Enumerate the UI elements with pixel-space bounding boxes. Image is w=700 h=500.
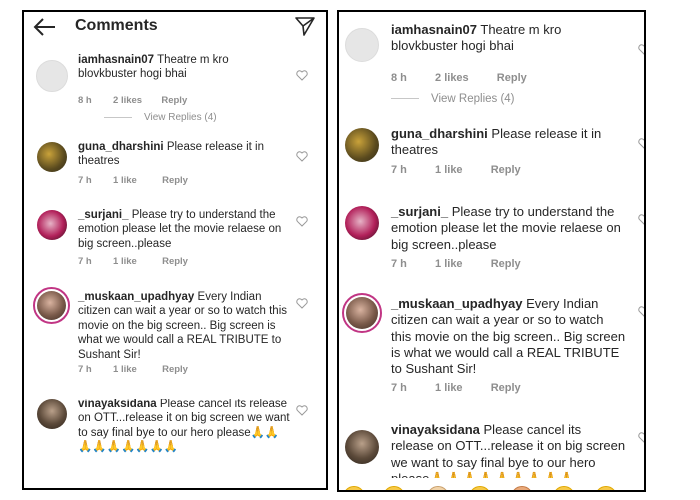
view-replies-link[interactable]: View Replies (4) bbox=[391, 93, 515, 105]
heart-icon[interactable] bbox=[638, 44, 646, 55]
reply-button[interactable]: Reply bbox=[162, 256, 188, 267]
comment-meta: 7 h 1 like Reply bbox=[78, 175, 188, 186]
comment-likes[interactable]: 1 like bbox=[113, 364, 137, 375]
comment-meta: 7 h 1 like Reply bbox=[78, 256, 188, 267]
comment-text: guna_dharshini Please release it in thea… bbox=[391, 126, 627, 159]
comment-time: 7 h bbox=[391, 164, 407, 176]
comment-meta: 8 h 2 likes Reply bbox=[391, 72, 527, 84]
comment-username[interactable]: iamhasnain07 bbox=[391, 22, 477, 37]
heart-icon[interactable] bbox=[638, 306, 646, 317]
send-icon[interactable] bbox=[294, 15, 316, 37]
avatar[interactable] bbox=[345, 430, 379, 464]
comment-username[interactable]: _surjani_ bbox=[391, 204, 448, 219]
view-replies-link[interactable]: View Replies (4) bbox=[104, 112, 217, 123]
reply-button[interactable]: Reply bbox=[162, 364, 188, 375]
comment-username[interactable]: guna_dharshini bbox=[391, 126, 488, 141]
comment-text: vinayaksidana Please cancel its release … bbox=[391, 422, 627, 478]
comment-meta: 7 h 1 like Reply bbox=[391, 382, 521, 394]
heart-icon[interactable] bbox=[296, 70, 308, 81]
comment-text: iamhasnain07 Theatre m kro blovkbuster h… bbox=[78, 53, 290, 82]
reply-button[interactable]: Reply bbox=[162, 175, 188, 186]
heart-icon[interactable] bbox=[638, 432, 644, 443]
comment-likes[interactable]: 2 likes bbox=[113, 95, 142, 106]
avatar[interactable] bbox=[345, 28, 379, 62]
comment-likes[interactable]: 1 like bbox=[113, 256, 137, 267]
comment-likes[interactable]: 2 likes bbox=[435, 72, 469, 84]
heart-icon[interactable] bbox=[296, 405, 308, 416]
comment-likes[interactable]: 1 like bbox=[435, 382, 463, 394]
avatar-photo bbox=[37, 291, 66, 320]
comment-time: 8 h bbox=[78, 95, 92, 106]
comment-text: _muskaan_upadhyay Every Indian citizen c… bbox=[391, 296, 627, 377]
avatar[interactable] bbox=[36, 60, 68, 92]
view-replies-label[interactable]: View Replies (4) bbox=[431, 93, 515, 105]
comment-text: vinayaksidana Please cancel its release … bbox=[78, 399, 290, 455]
comments-screen-left: Comments iamhasnain07 Theatre m kro blov… bbox=[22, 10, 328, 490]
back-arrow-icon[interactable] bbox=[33, 17, 57, 37]
avatar[interactable] bbox=[342, 293, 382, 333]
heart-icon[interactable] bbox=[638, 138, 646, 149]
emoji-icon[interactable] bbox=[595, 486, 617, 490]
heart-icon[interactable] bbox=[296, 216, 308, 227]
avatar[interactable] bbox=[33, 287, 70, 324]
comment-text: _surjani_ Please try to understand the e… bbox=[78, 208, 290, 251]
comment-time: 7 h bbox=[78, 175, 92, 186]
comment-item: vinayaksidana Please cancel its release … bbox=[24, 399, 326, 459]
comment-username[interactable]: vinayaksidana bbox=[78, 399, 157, 410]
avatar-photo bbox=[346, 297, 378, 329]
comment-text: iamhasnain07 Theatre m kro blovkbuster h… bbox=[391, 22, 627, 55]
comment-username[interactable]: _muskaan_upadhyay bbox=[78, 291, 194, 303]
emoji-icon[interactable] bbox=[469, 486, 491, 490]
comment-username[interactable]: _muskaan_upadhyay bbox=[391, 296, 523, 311]
reply-button[interactable]: Reply bbox=[491, 258, 521, 270]
reply-button[interactable]: Reply bbox=[161, 95, 187, 106]
comments-screen-right: iamhasnain07 Theatre m kro blovkbuster h… bbox=[337, 10, 646, 492]
comment-time: 8 h bbox=[391, 72, 407, 84]
replies-divider bbox=[391, 98, 419, 100]
comment-likes[interactable]: 1 like bbox=[435, 164, 463, 176]
comment-likes[interactable]: 1 like bbox=[435, 258, 463, 270]
comment-likes[interactable]: 1 like bbox=[113, 175, 137, 186]
emoji-icon[interactable] bbox=[553, 486, 575, 490]
comment-time: 7 h bbox=[391, 382, 407, 394]
comment-text: guna_dharshini Please release it in thea… bbox=[78, 140, 290, 169]
comment-meta: 7 h 1 like Reply bbox=[78, 364, 188, 375]
avatar[interactable] bbox=[345, 206, 379, 240]
comment-time: 7 h bbox=[78, 364, 92, 375]
avatar[interactable] bbox=[37, 210, 67, 240]
reply-button[interactable]: Reply bbox=[497, 72, 527, 84]
heart-icon[interactable] bbox=[296, 151, 308, 162]
avatar[interactable] bbox=[37, 399, 67, 429]
comment-text: _surjani_ Please try to understand the e… bbox=[391, 204, 627, 253]
comment-time: 7 h bbox=[78, 256, 92, 267]
comment-text: _muskaan_upadhyay Every Indian citizen c… bbox=[78, 290, 290, 362]
replies-divider bbox=[104, 116, 132, 118]
comment-meta: 7 h 1 like Reply bbox=[391, 258, 521, 270]
comment-meta: 7 h 1 like Reply bbox=[391, 164, 521, 176]
emoji-reaction-bar bbox=[339, 482, 644, 490]
view-replies-label[interactable]: View Replies (4) bbox=[144, 112, 217, 123]
comment-username[interactable]: _surjani_ bbox=[78, 209, 129, 221]
comment-time: 7 h bbox=[391, 258, 407, 270]
comment-meta: 8 h 2 likes Reply bbox=[78, 95, 187, 106]
heart-icon[interactable] bbox=[296, 298, 308, 309]
comment-username[interactable]: vinayaksidana bbox=[391, 422, 480, 437]
emoji-icon[interactable] bbox=[427, 486, 449, 490]
avatar[interactable] bbox=[345, 128, 379, 162]
comment-item: vinayaksidana Please cancel its release … bbox=[339, 422, 644, 478]
avatar[interactable] bbox=[37, 142, 67, 172]
emoji-icon[interactable] bbox=[383, 486, 405, 490]
heart-icon[interactable] bbox=[638, 214, 646, 225]
page-title: Comments bbox=[75, 17, 158, 34]
comment-username[interactable]: iamhasnain07 bbox=[78, 54, 154, 66]
reply-button[interactable]: Reply bbox=[491, 164, 521, 176]
comment-username[interactable]: guna_dharshini bbox=[78, 141, 164, 153]
reply-button[interactable]: Reply bbox=[491, 382, 521, 394]
comments-header: Comments bbox=[24, 12, 326, 44]
emoji-icon[interactable] bbox=[511, 486, 533, 490]
emoji-icon[interactable] bbox=[343, 486, 365, 490]
